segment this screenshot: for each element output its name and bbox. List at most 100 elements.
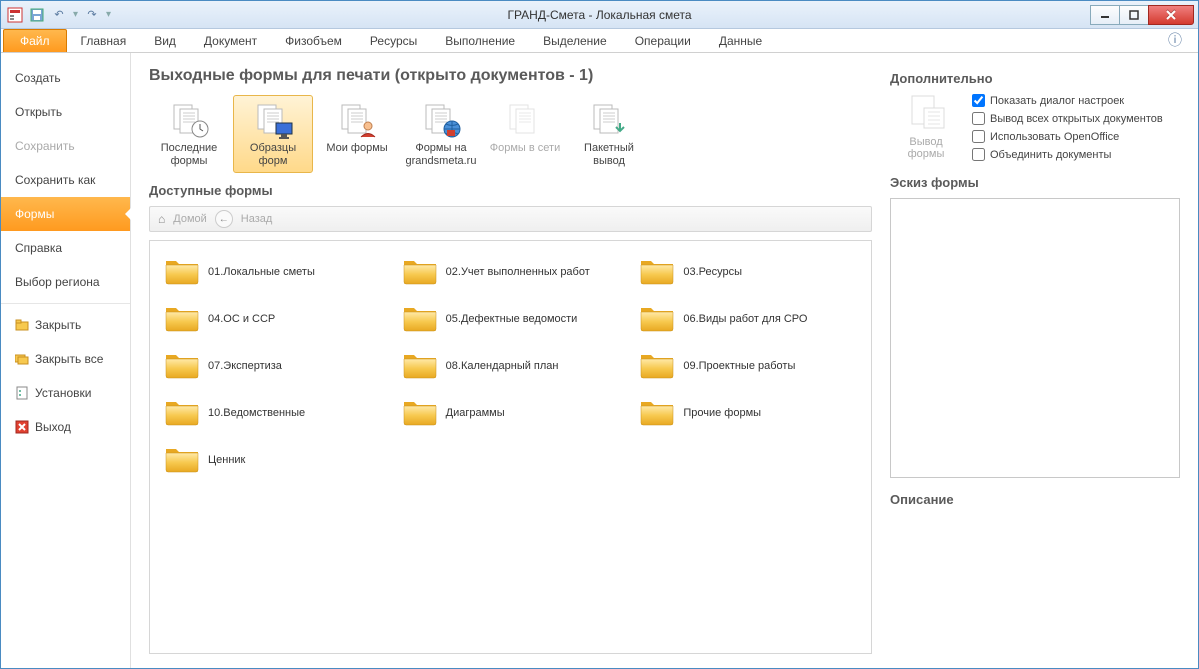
sidebar-item-6[interactable]: Выбор региона [1, 265, 130, 299]
exit-icon [15, 420, 29, 434]
globe-icon [421, 102, 461, 138]
backstage-view: СоздатьОткрытьСохранитьСохранить какФорм… [1, 53, 1198, 668]
folder-item[interactable]: 10.Ведомственные [160, 392, 386, 433]
folder-item[interactable]: Ценник [160, 439, 386, 480]
tab-Ресурсы[interactable]: Ресурсы [356, 30, 431, 52]
folder-item[interactable]: 08.Календарный план [398, 345, 624, 386]
tab-Операции[interactable]: Операции [621, 30, 705, 52]
app-icon [7, 7, 23, 23]
home-icon[interactable]: ⌂ [158, 212, 165, 226]
folder-icon [164, 349, 200, 382]
center-panel: Выходные формы для печати (открыто докум… [149, 67, 872, 654]
close-button[interactable] [1148, 5, 1194, 25]
tab-Данные[interactable]: Данные [705, 30, 776, 52]
folder-item[interactable]: 07.Экспертиза [160, 345, 386, 386]
redo-icon[interactable]: ↷ [84, 7, 100, 23]
quick-access-toolbar: ↶ ▾ ↷ ▾ [1, 7, 117, 23]
window-controls [1091, 5, 1194, 25]
sidebar-item-7[interactable]: Закрыть [1, 308, 130, 342]
undo-icon[interactable]: ↶ [51, 7, 67, 23]
tab-Выполнение[interactable]: Выполнение [431, 30, 529, 52]
form-description [890, 515, 1180, 585]
checkbox[interactable] [972, 94, 985, 107]
source-card-3[interactable]: Формы на grandsmeta.ru [401, 95, 481, 173]
sidebar-item-5[interactable]: Справка [1, 231, 130, 265]
right-panel: Дополнительно Вывод формы Показать диало… [890, 67, 1180, 654]
available-forms-title: Доступные формы [149, 183, 872, 198]
tab-Выделение[interactable]: Выделение [529, 30, 621, 52]
tab-Главная[interactable]: Главная [67, 30, 141, 52]
batch-icon [589, 102, 629, 138]
save-icon[interactable] [29, 7, 45, 23]
tab-file[interactable]: Файл [3, 29, 67, 52]
folders-icon [15, 352, 29, 366]
sidebar-item-10[interactable]: Выход [1, 410, 130, 444]
option-check-0[interactable]: Показать диалог настроек [972, 94, 1163, 107]
option-check-1[interactable]: Вывод всех открытых документов [972, 112, 1163, 125]
sidebar-item-0[interactable]: Создать [1, 61, 130, 95]
tab-Вид[interactable]: Вид [140, 30, 190, 52]
option-check-2[interactable]: Использовать OpenOffice [972, 130, 1163, 143]
gear-icon [15, 386, 29, 400]
folder-icon [639, 302, 675, 335]
monitor-icon [253, 102, 293, 138]
sidebar-item-9[interactable]: Установки [1, 376, 130, 410]
folder-icon [402, 302, 438, 335]
sidebar-item-3[interactable]: Сохранить как [1, 163, 130, 197]
form-source-toolbar: Последние формыОбразцы формМои формыФорм… [149, 95, 872, 173]
help-icon[interactable]: ⓘ [1162, 28, 1188, 52]
folder-item[interactable]: 06.Виды работ для СРО [635, 298, 861, 339]
checkbox[interactable] [972, 148, 985, 161]
folder-icon [402, 396, 438, 429]
source-card-5[interactable]: Пакетный вывод [569, 95, 649, 173]
breadcrumb-home[interactable]: Домой [173, 213, 207, 225]
folder-icon [164, 255, 200, 288]
sidebar-item-2: Сохранить [1, 129, 130, 163]
ribbon-tabs: Файл ГлавнаяВидДокументФизобъемРесурсыВы… [1, 29, 1198, 53]
user-icon [337, 102, 377, 138]
folder-icon [639, 349, 675, 382]
folder-item[interactable]: 03.Ресурсы [635, 251, 861, 292]
maximize-button[interactable] [1119, 5, 1149, 25]
titlebar: ↶ ▾ ↷ ▾ ГРАНД-Смета - Локальная смета [1, 1, 1198, 29]
folder-pane: 01.Локальные сметы 02.Учет выполненных ра… [149, 240, 872, 654]
form-preview [890, 198, 1180, 478]
breadcrumb-back[interactable]: Назад [241, 213, 273, 225]
preview-title: Эскиз формы [890, 175, 1180, 190]
folder-item[interactable]: 02.Учет выполненных работ [398, 251, 624, 292]
folder-item[interactable]: 09.Проектные работы [635, 345, 861, 386]
tab-Физобъем[interactable]: Физобъем [271, 30, 356, 52]
checkbox[interactable] [972, 130, 985, 143]
source-card-1[interactable]: Образцы форм [233, 95, 313, 173]
extra-title: Дополнительно [890, 71, 1180, 86]
option-check-3[interactable]: Объединить документы [972, 148, 1163, 161]
folder-item[interactable]: Прочие формы [635, 392, 861, 433]
window-title: ГРАНД-Смета - Локальная смета [1, 8, 1198, 22]
minimize-button[interactable] [1090, 5, 1120, 25]
folder-icon [164, 396, 200, 429]
source-card-2[interactable]: Мои формы [317, 95, 397, 173]
back-icon[interactable]: ← [215, 210, 233, 228]
backstage-main: Выходные формы для печати (открыто докум… [131, 53, 1198, 668]
tab-Документ[interactable]: Документ [190, 30, 271, 52]
sidebar-item-8[interactable]: Закрыть все [1, 342, 130, 376]
folder-icon [164, 443, 200, 476]
folder-icon [402, 349, 438, 382]
backstage-sidebar: СоздатьОткрытьСохранитьСохранить какФорм… [1, 53, 131, 668]
source-card-0[interactable]: Последние формы [149, 95, 229, 173]
qat-customize-icon[interactable]: ▾ [106, 9, 111, 20]
folder-item[interactable]: Диаграммы [398, 392, 624, 433]
sidebar-item-4[interactable]: Формы [1, 197, 130, 231]
folder-icon [15, 318, 29, 332]
folder-icon [639, 396, 675, 429]
qat-dropdown-icon[interactable]: ▾ [73, 9, 78, 20]
folder-icon [164, 302, 200, 335]
description-title: Описание [890, 492, 1180, 507]
folder-item[interactable]: 05.Дефектные ведомости [398, 298, 624, 339]
sidebar-item-1[interactable]: Открыть [1, 95, 130, 129]
folder-item[interactable]: 04.ОС и ССР [160, 298, 386, 339]
page-title: Выходные формы для печати (открыто докум… [149, 67, 872, 85]
folder-item[interactable]: 01.Локальные сметы [160, 251, 386, 292]
net-icon: > [505, 102, 545, 138]
checkbox[interactable] [972, 112, 985, 125]
